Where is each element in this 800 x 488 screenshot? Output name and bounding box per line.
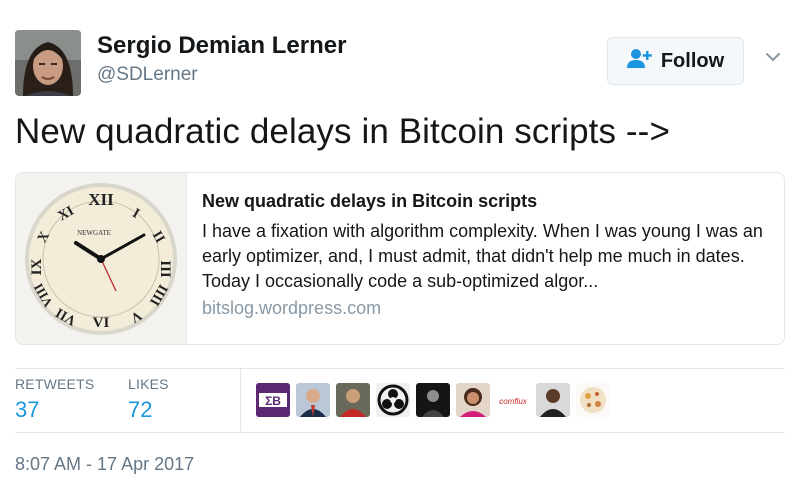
user-avatar[interactable] [15, 30, 81, 96]
user-display-name[interactable]: Sergio Demian Lerner [97, 32, 346, 60]
card-thumbnail-clock: XII I II III IIII V VI VII VIII IX X XI … [16, 173, 187, 344]
clock-numeral-ix: IX [29, 258, 45, 275]
stats-bottom-divider [15, 432, 785, 433]
card-description: I have a fixation with algorithm complex… [202, 221, 763, 291]
follow-button[interactable]: Follow [607, 37, 744, 85]
follow-button-label: Follow [660, 49, 725, 72]
liker-avatar[interactable] [336, 383, 370, 417]
liker-avatar[interactable] [456, 383, 490, 417]
likes-count[interactable]: 72 [128, 397, 152, 423]
liker-avatar[interactable] [376, 383, 410, 417]
card-domain[interactable]: bitslog.wordpress.com [202, 298, 381, 319]
user-handle[interactable]: @SDLerner [97, 64, 198, 86]
stats-top-divider [15, 368, 785, 369]
liker-avatar-text: comflux [499, 397, 528, 406]
likes-label[interactable]: LIKES [128, 376, 169, 392]
liker-avatar[interactable] [296, 383, 330, 417]
liker-avatar[interactable]: comflux [496, 383, 530, 417]
tweet-text: New quadratic delays in Bitcoin scripts … [15, 112, 670, 151]
retweets-label[interactable]: RETWEETS [15, 376, 94, 392]
clock-numeral-vi: VI [93, 315, 110, 331]
liker-avatar[interactable] [416, 383, 450, 417]
follow-user-icon [626, 47, 653, 75]
liker-avatar[interactable] [576, 383, 610, 417]
tweet-timestamp[interactable]: 8:07 AM - 17 Apr 2017 [15, 454, 194, 475]
stats-separator [240, 369, 241, 431]
liker-avatar[interactable] [536, 383, 570, 417]
clock-numeral-xii: XII [88, 190, 114, 209]
link-card[interactable]: XII I II III IIII V VI VII VIII IX X XI … [15, 172, 785, 345]
liker-avatar[interactable]: ΣB [256, 383, 290, 417]
liker-avatar-text: ΣB [265, 394, 281, 408]
liker-avatars: ΣB comflux [256, 383, 610, 417]
clock-numeral-iii: III [157, 260, 173, 278]
chevron-down-icon[interactable] [764, 48, 782, 66]
card-title[interactable]: New quadratic delays in Bitcoin scripts [202, 191, 537, 212]
retweets-count[interactable]: 37 [15, 397, 39, 423]
clock-brand: NEWGATE [77, 229, 111, 237]
